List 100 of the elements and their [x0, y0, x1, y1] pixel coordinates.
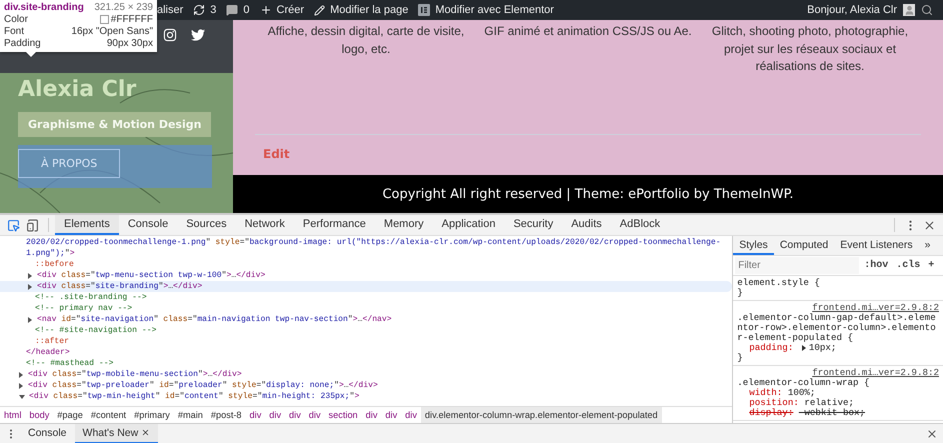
css-selector: element.style {: [737, 278, 820, 288]
dom-row[interactable]: <!-- .site-branding -->: [0, 292, 732, 303]
devtools-tab[interactable]: Sources: [177, 215, 236, 235]
admin-bar-item[interactable]: 3: [193, 4, 216, 16]
property-name: Color: [4, 14, 28, 25]
instagram-icon[interactable]: [163, 28, 177, 42]
admin-bar-item[interactable]: aliser: [157, 4, 184, 16]
dom-line-text: 1.png");">: [26, 249, 75, 258]
property-value: 90px 30px: [106, 38, 153, 49]
drawer-tab[interactable]: What's New: [74, 424, 158, 443]
dom-line-text: <nav id="site-navigation" class="main-navigation twp-nav-section">…</nav>: [37, 315, 392, 324]
devtools-tab[interactable]: AdBlock: [610, 215, 670, 235]
breadcrumb[interactable]: #page: [53, 407, 87, 423]
closing-brace: }: [737, 288, 743, 298]
devtools-tab[interactable]: Security: [504, 215, 562, 235]
dom-row[interactable]: ::before: [0, 259, 732, 270]
elementor-icon: [418, 4, 430, 16]
dom-row[interactable]: <!-- #site-navigation -->: [0, 325, 732, 336]
copyright-text: Copyright All right reserved | Theme: ePortfolio by ThemeInWP.: [382, 186, 794, 202]
breadcrumb[interactable]: div.elementor-column-wrap.elementor-element-populated: [420, 407, 662, 423]
styles-tab[interactable]: Computed: [774, 236, 834, 255]
dom-row[interactable]: ::after: [0, 336, 732, 347]
dom-line-text: </header>: [26, 348, 70, 357]
breadcrumb[interactable]: #main: [174, 407, 207, 423]
service-description: GIF animé et animation CSS/JS ou Ae.: [483, 23, 693, 40]
breadcrumb[interactable]: #post-8: [206, 407, 246, 423]
admin-bar-item[interactable]: Modifier avec Elementor: [418, 4, 554, 16]
service-description: Affiche, dessin digital, carte de visite, logo, etc.: [266, 23, 466, 58]
expand-triangle-icon[interactable]: [28, 316, 32, 322]
drawer-tab[interactable]: Console: [20, 424, 75, 443]
dom-line-text: <div class="twp-preloader" id="preloader" style="display: none;">…</div>: [28, 381, 378, 390]
devtools-tab[interactable]: Console: [118, 215, 178, 235]
account-greeting[interactable]: Bonjour, Alexia Clr: [807, 4, 897, 16]
breadcrumb[interactable]: section: [324, 407, 362, 423]
breadcrumb[interactable]: div: [401, 407, 421, 423]
admin-bar-item[interactable]: Créer: [260, 4, 304, 16]
filter-field[interactable]: Filter: [735, 257, 860, 274]
dom-row[interactable]: <div class="twp-preloader" id="preloader" style="display: none;">…</div>: [0, 380, 732, 391]
devtools-tab[interactable]: Elements: [55, 215, 119, 235]
breadcrumb[interactable]: div: [265, 407, 286, 423]
dom-row[interactable]: <nav id="site-navigation" class="main-navigation twp-nav-section">…</nav>: [0, 314, 732, 325]
dom-row[interactable]: <!-- #masthead -->: [0, 358, 732, 369]
breadcrumb[interactable]: div: [304, 407, 325, 423]
filter-button[interactable]: +: [925, 260, 938, 271]
property-name: Font: [4, 26, 24, 37]
source-link[interactable]: frontend.mi…ver=2.9.8:2: [812, 303, 939, 313]
search-icon[interactable]: [921, 4, 933, 16]
expand-triangle-icon[interactable]: [802, 345, 806, 351]
breadcrumb[interactable]: div: [362, 407, 382, 423]
dom-line-text: <!-- #site-navigation -->: [35, 326, 156, 335]
css-property-name: padding:: [749, 343, 794, 353]
devtools-tab[interactable]: Memory: [374, 215, 433, 235]
close-icon[interactable]: [141, 428, 150, 437]
devtools-tab[interactable]: Application: [432, 215, 504, 235]
breadcrumb[interactable]: body: [25, 407, 54, 423]
css-property-value: 10px;: [808, 343, 836, 353]
refresh-icon: [193, 4, 206, 16]
css-property-name: position:: [749, 398, 799, 408]
breadcrumb[interactable]: div: [285, 407, 305, 423]
breadcrumb[interactable]: html: [0, 407, 26, 423]
dom-row[interactable]: 2020/02/cropped-toonmechallenge-1.png" style="background-image: url("https://alexia-clr.com/wp-content/uploads/2020/02/cropped-toonmechallenge-: [0, 237, 732, 248]
collapse-triangle-icon[interactable]: [19, 394, 25, 398]
dom-row[interactable]: <div class="twp-mobile-menu-section">…</div>: [0, 369, 732, 380]
selected-dom-row[interactable]: <div class="site-branding">…</div>: [0, 281, 732, 292]
source-link[interactable]: frontend.mi…ver=2.9.8:2: [812, 368, 939, 378]
closing-brace: }: [737, 353, 743, 363]
dom-row[interactable]: <div class="twp-min-height" id="content" style="min-height: 235px;">: [0, 391, 732, 402]
filter-button[interactable]: :hov: [861, 260, 892, 271]
styles-tab[interactable]: Styles: [733, 236, 774, 255]
dom-line-text: <div class="twp-mobile-menu-section">…</div>: [28, 370, 242, 379]
dom-line-text: <!-- primary nav -->: [35, 304, 132, 313]
devtools-tab[interactable]: Performance: [294, 215, 375, 235]
filter-button[interactable]: .cls: [893, 260, 924, 271]
dom-line-text: <div class="twp-menu-section twp-w-100">…</div>: [37, 271, 266, 280]
speech-bubble-icon: [226, 4, 238, 16]
breadcrumb[interactable]: #primary: [130, 407, 174, 423]
more-tabs-button[interactable]: »: [918, 236, 936, 255]
styles-tab[interactable]: Event Listeners: [834, 236, 919, 255]
property-value: #FFFFFF: [110, 14, 153, 25]
css-selector: .elementor-column-wrap {: [737, 378, 870, 388]
breadcrumb[interactable]: div: [246, 407, 266, 423]
twitter-icon[interactable]: [191, 28, 205, 42]
color-swatch: [100, 15, 109, 24]
breadcrumb[interactable]: div: [381, 407, 402, 423]
admin-bar-item[interactable]: 0: [226, 4, 250, 16]
service-description: Glitch, shooting photo, photographie, projet sur les réseaux sociaux et réalisations de sites.: [710, 23, 910, 75]
admin-bar-item[interactable]: Modifier la page: [314, 4, 408, 16]
devtools-tab[interactable]: Network: [236, 215, 294, 235]
dom-line-text: 2020/02/cropped-toonmechallenge-1.png" style="background-image: url("https://alexia-clr.com/wp-content/uploads/2020/02/cropped-toonmechallenge-: [26, 238, 721, 247]
dom-line-text: <div class="site-branding">…</div>: [37, 282, 202, 291]
dom-line-text: ::before: [35, 260, 74, 269]
property-name: Padding: [4, 38, 41, 49]
dom-line-text: <!-- #masthead -->: [26, 359, 114, 368]
breadcrumb[interactable]: #content: [86, 407, 130, 423]
dom-row[interactable]: <!-- primary nav -->: [0, 303, 732, 314]
dom-row[interactable]: </header>: [0, 347, 732, 358]
site-title: Alexia Clr: [18, 77, 136, 102]
css-property-value: relative;: [804, 398, 854, 408]
dom-line-text: <div class="twp-min-height" id="content" style="min-height: 235px;">: [29, 392, 360, 401]
devtools-tab[interactable]: Audits: [562, 215, 611, 235]
